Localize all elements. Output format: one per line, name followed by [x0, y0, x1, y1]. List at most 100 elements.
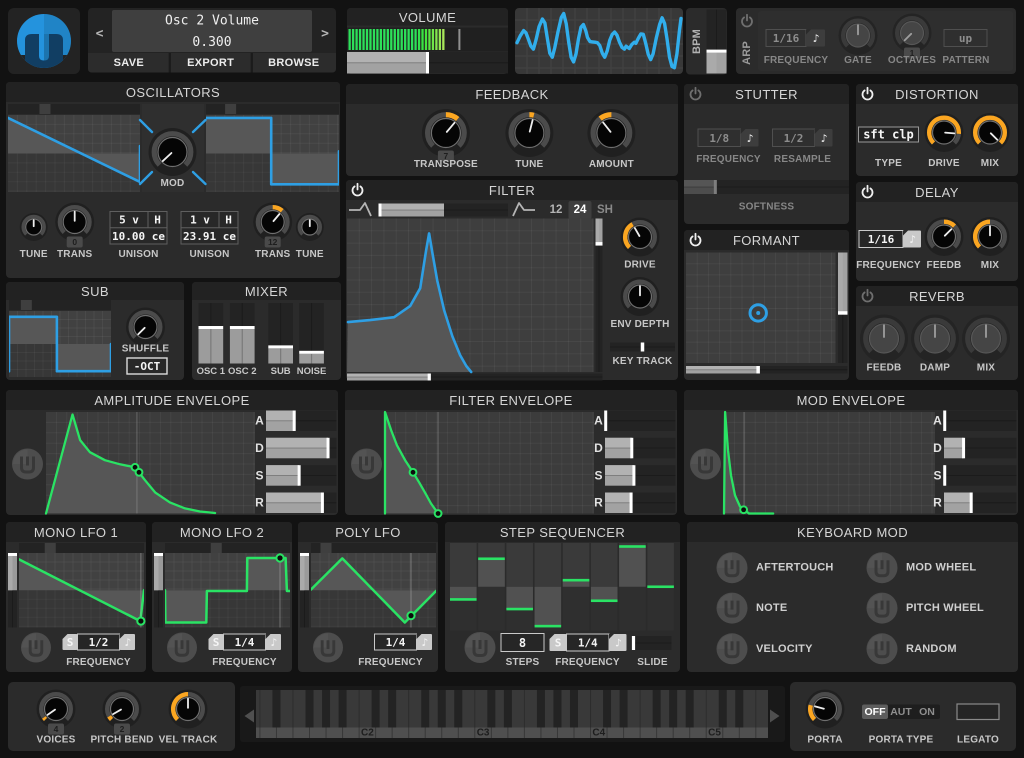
arp-frequency-sync[interactable]: ♪: [806, 29, 825, 47]
black-key[interactable]: [569, 690, 578, 728]
distortion-mix-knob[interactable]: [970, 113, 1010, 152]
step-1-bar[interactable]: [478, 557, 505, 561]
keyboard-mod-source-random[interactable]: [866, 633, 898, 665]
black-key[interactable]: [322, 690, 331, 728]
mono-lfo-1-frequency-sync[interactable]: ♪: [119, 634, 136, 650]
osc2-phase[interactable]: [206, 104, 339, 114]
stutter-resample-sync[interactable]: ♪: [814, 129, 833, 147]
sub-shuffle-knob[interactable]: [126, 307, 165, 347]
amplitude-envelope-r-slider[interactable]: [266, 492, 337, 514]
keyboard-mod-source-velocity[interactable]: [716, 633, 748, 665]
amplitude-envelope-display-point-1[interactable]: [134, 467, 144, 477]
osc1-phase[interactable]: [8, 104, 140, 114]
poly-lfo-frequency-box[interactable]: 1/4: [374, 633, 417, 651]
sub-display[interactable]: [9, 311, 111, 377]
black-key[interactable]: [718, 690, 727, 728]
poly-lfo-mod-source[interactable]: [313, 632, 343, 663]
porta-type-option-on[interactable]: ON: [919, 706, 935, 718]
mixer-slider-2[interactable]: [268, 303, 293, 364]
mixer-slider-3[interactable]: [299, 303, 324, 364]
sub-phase[interactable]: [9, 300, 111, 310]
stutter-frequency-box[interactable]: 1/8: [697, 128, 741, 147]
feedback-tune-knob[interactable]: [505, 109, 554, 157]
amplitude-envelope-d-slider[interactable]: [266, 437, 337, 459]
mono-lfo-2-frequency-sync[interactable]: ♪: [265, 634, 282, 650]
filter-cutoff-slider[interactable]: [347, 373, 603, 381]
filter-envelope-display-point-1[interactable]: [433, 509, 443, 518]
step-5-bar[interactable]: [590, 599, 618, 603]
save-button[interactable]: SAVE: [114, 57, 144, 69]
step-6-bar[interactable]: [619, 545, 646, 548]
black-key[interactable]: [603, 690, 612, 728]
mono-lfo-2-phase[interactable]: [165, 543, 290, 553]
mod-envelope-r-slider[interactable]: [944, 492, 1017, 514]
delay-frequency-sync[interactable]: ♪: [903, 230, 921, 248]
arp-pattern-box[interactable]: up: [943, 29, 988, 47]
keyboard[interactable]: C2 C3 C4 C5: [240, 686, 785, 742]
osc1-display[interactable]: [8, 115, 140, 192]
pole-option-12[interactable]: 12: [550, 204, 563, 216]
step-2-bar[interactable]: [506, 607, 533, 611]
step-sequencer-mod-source[interactable]: [464, 632, 496, 663]
stutter-resample-box[interactable]: 1/2: [772, 128, 815, 147]
distortion-type-box[interactable]: sft clp: [858, 126, 919, 143]
porta-knob[interactable]: [805, 689, 845, 729]
vel-track-knob[interactable]: [168, 689, 208, 729]
osc2-tune-knob[interactable]: [295, 213, 324, 241]
delay-feedb-knob[interactable]: [924, 217, 964, 256]
amplitude-envelope-display[interactable]: [44, 412, 255, 515]
mono-lfo-1-frequency-box[interactable]: 1/2: [77, 633, 120, 651]
mono-lfo-1-display[interactable]: [19, 553, 146, 628]
reverb-mix-knob[interactable]: [962, 314, 1010, 363]
formant-x-slider[interactable]: [686, 366, 848, 374]
mono-lfo-1-mod-source[interactable]: [21, 632, 51, 663]
black-key[interactable]: [487, 690, 496, 728]
black-key[interactable]: [735, 690, 744, 728]
osc1-tune-knob[interactable]: [19, 213, 48, 241]
keyboard-mod-source-aftertouch[interactable]: [716, 552, 748, 584]
mixer-slider-0[interactable]: [198, 303, 224, 364]
filter-resonance-slider[interactable]: [595, 218, 603, 373]
filter-key-track-slider[interactable]: [610, 342, 675, 352]
black-key[interactable]: [272, 690, 281, 728]
keyboard-mod-source-mod-wheel[interactable]: [866, 552, 898, 584]
black-key[interactable]: [371, 690, 380, 728]
filter-envelope-d-slider[interactable]: [605, 437, 676, 459]
amplitude-envelope-a-slider[interactable]: [266, 410, 337, 432]
browse-button[interactable]: BROWSE: [268, 57, 319, 69]
mod-envelope-display-point-0[interactable]: [739, 505, 749, 515]
mod-envelope-a-slider[interactable]: [943, 410, 1017, 432]
porta-type-option-aut[interactable]: AUT: [890, 706, 912, 718]
black-key[interactable]: [536, 690, 545, 728]
osc-mod-knob[interactable]: [148, 128, 197, 176]
bpm-slider[interactable]: [706, 9, 727, 74]
step-3-bar[interactable]: [534, 624, 562, 628]
amplitude-envelope-mod-source[interactable]: [12, 448, 43, 480]
porta-type-selector[interactable]: OFF AUT ON: [862, 704, 940, 720]
filter-envelope-display[interactable]: [383, 410, 594, 518]
keyboard-mod-source-note[interactable]: [716, 592, 748, 624]
black-key[interactable]: [388, 690, 397, 728]
delay-frequency-box[interactable]: 1/16: [858, 230, 904, 248]
steps-box[interactable]: 8: [500, 633, 545, 652]
filter-envelope-display-point-0[interactable]: [408, 467, 418, 477]
step-4-bar[interactable]: [562, 578, 590, 582]
export-button[interactable]: EXPORT: [187, 57, 234, 69]
osc2-display[interactable]: [206, 115, 339, 192]
step-frequency-box[interactable]: 1/4: [566, 633, 610, 652]
black-key[interactable]: [619, 690, 628, 728]
filter-display[interactable]: [346, 218, 594, 374]
mono-lfo-2-display[interactable]: [165, 553, 290, 628]
volume-slider[interactable]: [347, 52, 508, 74]
filter-env-depth-knob[interactable]: [620, 277, 660, 316]
poly-lfo-display[interactable]: [311, 553, 436, 628]
arp-frequency-box[interactable]: 1/16: [765, 29, 807, 47]
mono-lfo-2-frequency-box[interactable]: 1/4: [223, 633, 266, 651]
mod-envelope-d-slider[interactable]: [944, 437, 1017, 459]
step-7-bar[interactable]: [647, 585, 674, 589]
patch-next-button[interactable]: >: [321, 27, 329, 42]
porta-type-option-off[interactable]: OFF: [862, 704, 888, 720]
black-key[interactable]: [685, 690, 694, 728]
step-frequency-sync-button[interactable]: S: [549, 634, 567, 651]
mono-lfo-1-amp-slider[interactable]: [8, 552, 17, 628]
